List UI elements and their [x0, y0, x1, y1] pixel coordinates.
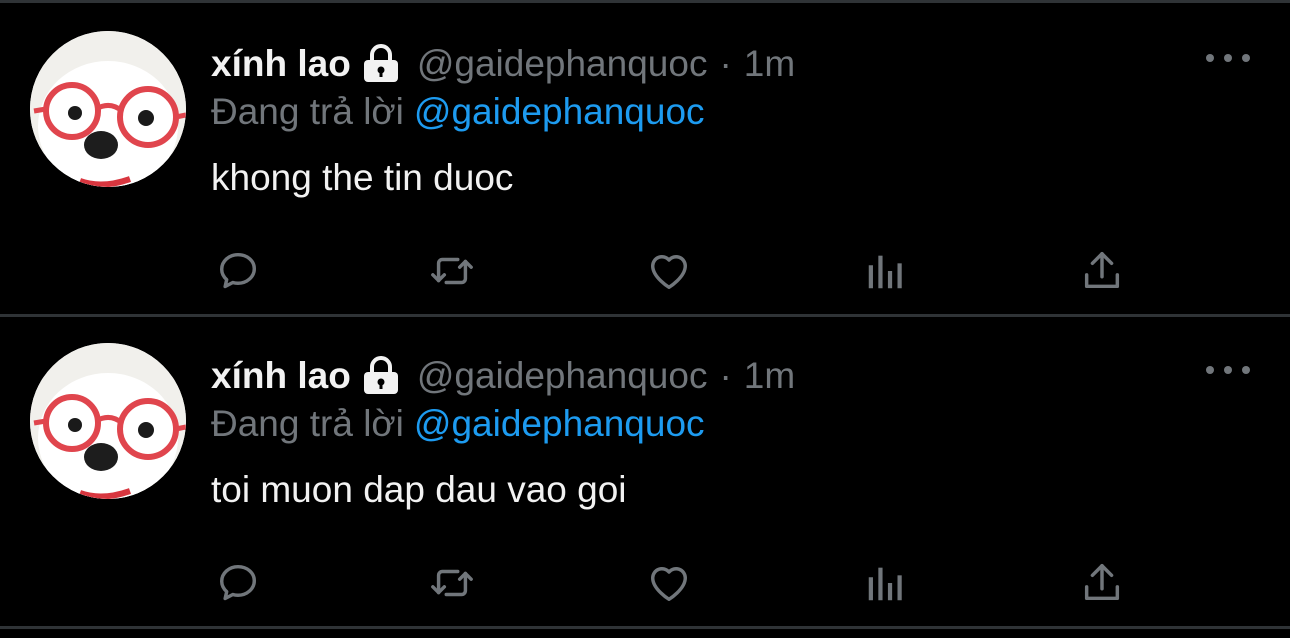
display-name[interactable]: xính lao [211, 43, 351, 85]
replying-to: Đang trả lời @gaidephanquoc [211, 403, 705, 445]
tweet-header: xính lao @gaidephanquoc · 1m [211, 41, 795, 87]
reply-icon [219, 252, 257, 289]
reply-button[interactable] [213, 246, 263, 296]
share-button[interactable] [1077, 246, 1127, 296]
reply-to-handle[interactable]: @gaidephanquoc [414, 91, 705, 132]
timestamp[interactable]: 1m [744, 43, 795, 85]
tweet-text: khong the tin duoc [211, 157, 514, 198]
dot-icon [1224, 54, 1232, 62]
timestamp[interactable]: 1m [744, 355, 795, 397]
lock-icon [359, 44, 403, 84]
more-options-button[interactable] [1206, 43, 1250, 73]
reply-button[interactable] [213, 558, 263, 608]
reply-prefix: Đang trả lời [211, 403, 404, 444]
retweet-button[interactable] [427, 558, 477, 608]
dot-icon [1206, 366, 1214, 374]
reply-prefix: Đang trả lời [211, 91, 404, 132]
bottom-divider [0, 626, 1290, 629]
share-icon [1084, 564, 1120, 601]
separator-dot: · [719, 355, 732, 396]
tweet-header: xính lao @gaidephanquoc · 1m [211, 353, 795, 399]
analytics-button[interactable] [861, 558, 911, 608]
dot-icon [1242, 366, 1250, 374]
tweet-text: toi muon dap dau vao goi [211, 469, 627, 510]
dot-icon [1242, 54, 1250, 62]
share-icon [1084, 252, 1120, 289]
user-handle[interactable]: @gaidephanquoc [417, 43, 708, 85]
reply-icon [219, 564, 257, 601]
analytics-icon [868, 255, 902, 289]
share-button[interactable] [1077, 558, 1127, 608]
retweet-button[interactable] [427, 246, 477, 296]
action-bar [213, 558, 1153, 608]
display-name[interactable]: xính lao [211, 355, 351, 397]
like-button[interactable] [644, 558, 694, 608]
avatar[interactable] [30, 343, 186, 499]
action-bar [213, 246, 1153, 296]
dot-icon [1224, 366, 1232, 374]
tweet[interactable]: xính lao @gaidephanquoc · 1m Đang trả lờ… [0, 3, 1290, 313]
user-handle[interactable]: @gaidephanquoc [417, 355, 708, 397]
replying-to: Đang trả lời @gaidephanquoc [211, 91, 705, 133]
like-icon [650, 255, 688, 290]
retweet-icon [431, 257, 473, 285]
avatar[interactable] [30, 31, 186, 187]
separator-dot: · [719, 43, 732, 84]
like-icon [650, 567, 688, 602]
analytics-button[interactable] [861, 246, 911, 296]
retweet-icon [431, 569, 473, 597]
dot-icon [1206, 54, 1214, 62]
like-button[interactable] [644, 246, 694, 296]
reply-to-handle[interactable]: @gaidephanquoc [414, 403, 705, 444]
tweet[interactable]: xính lao @gaidephanquoc · 1m Đang trả lờ… [0, 315, 1290, 625]
lock-icon [359, 356, 403, 396]
analytics-icon [868, 567, 902, 601]
more-options-button[interactable] [1206, 355, 1250, 385]
